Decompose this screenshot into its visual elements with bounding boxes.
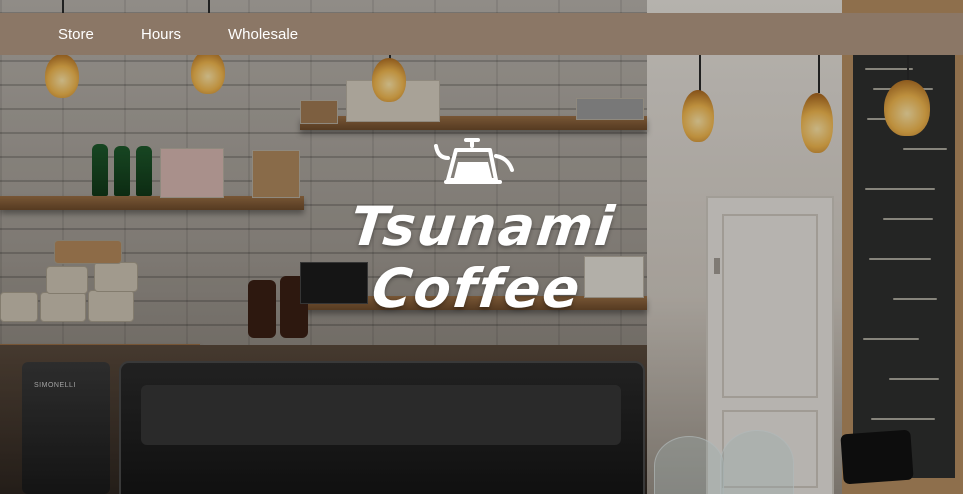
brand-title-line1: Tsunami: [347, 195, 619, 258]
top-navbar: Store Hours Wholesale: [0, 13, 963, 55]
nav-link-hours[interactable]: Hours: [141, 26, 181, 43]
brand-title-line2: Coffee: [368, 257, 585, 320]
kettle-icon: [434, 138, 514, 184]
nav-link-wholesale[interactable]: Wholesale: [228, 26, 298, 43]
nav-link-store[interactable]: Store: [58, 26, 94, 43]
brand-title: Tsunami Coffee: [323, 195, 636, 320]
